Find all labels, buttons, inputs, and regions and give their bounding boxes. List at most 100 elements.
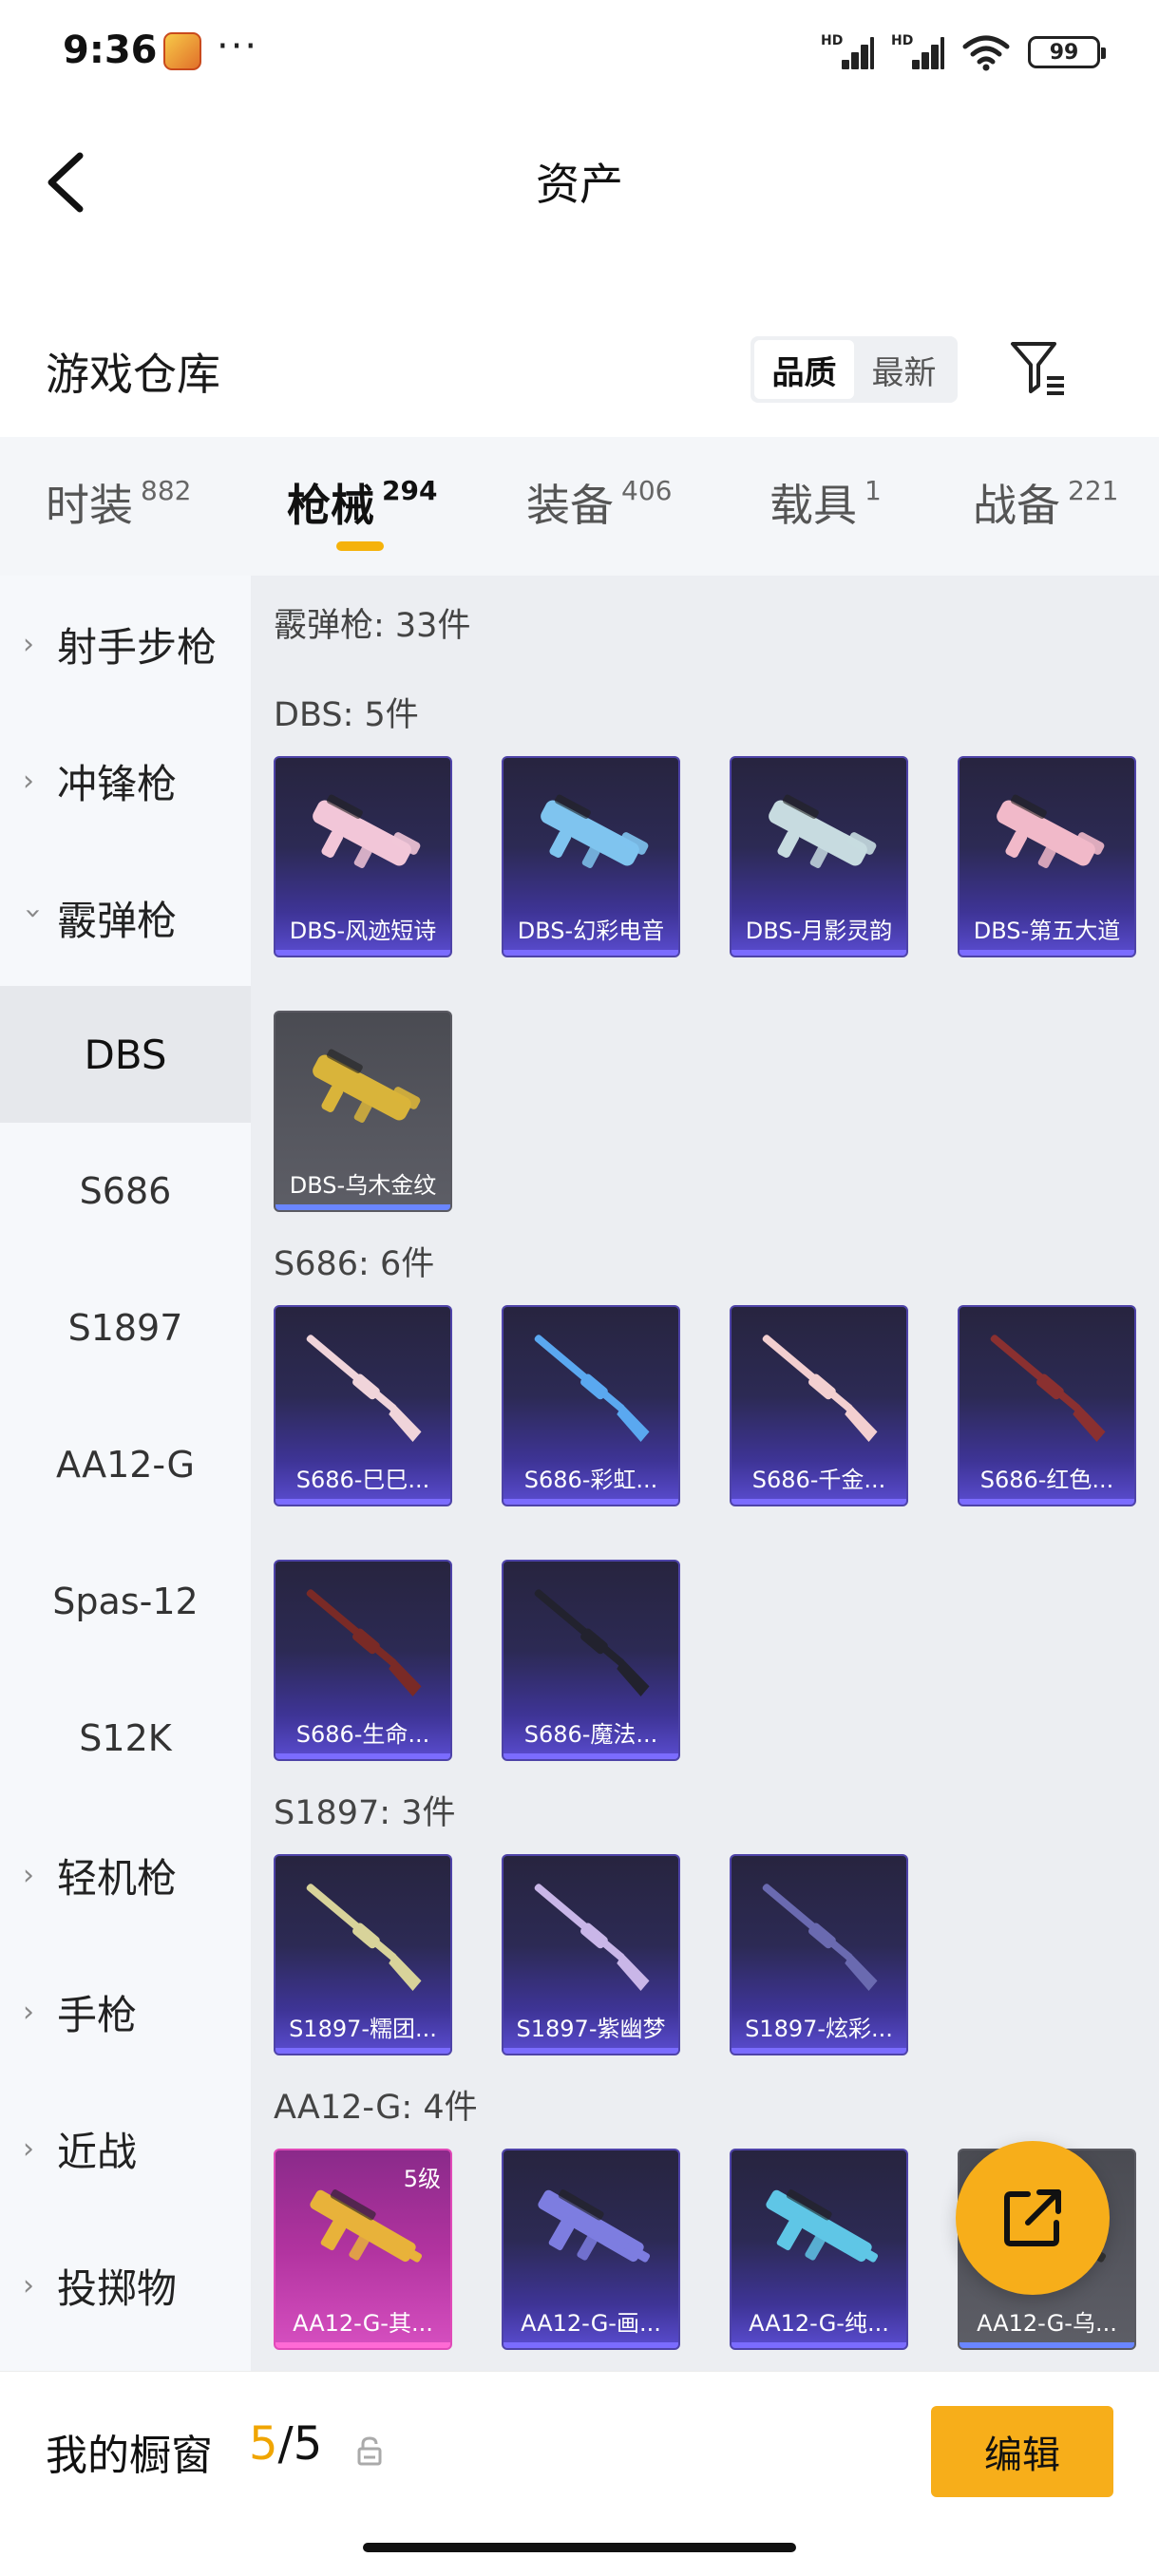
tab-supplies[interactable]: 战备 221 [973,471,1118,534]
weapon-card[interactable]: S686-红色... [958,1305,1136,1506]
tab-label: 时装 [46,480,133,531]
chevron-down-icon: › [16,907,50,919]
weapon-name: AA12-G-其... [293,2310,433,2337]
rarity-line [504,2342,678,2348]
signal-icon: HD [821,33,874,71]
sidebar-sub-spas12[interactable]: Spas-12 [0,1533,251,1670]
rarity-line [504,1499,678,1505]
shotgun-bullpup-icon [313,1049,421,1124]
auto-shotgun-icon [538,2189,651,2263]
sidebar-item-label: 手枪 [57,1991,138,2038]
chevron-right-icon: › [23,627,34,661]
sidebar-item-smg[interactable]: › 冲锋枪 [0,712,251,849]
weapon-name: AA12-G-乌... [977,2310,1117,2337]
weapon-card[interactable]: S686-魔法... [502,1560,680,1761]
double-barrel-icon [990,1335,1106,1443]
weapon-name: DBS-风迹短诗 [289,918,437,944]
weapon-card[interactable]: S686-生命... [274,1560,452,1761]
weapon-card[interactable]: DBS-第五大道 [958,756,1136,957]
shotgun-bullpup-icon [541,794,649,869]
filter-icon[interactable] [1007,336,1070,399]
signal-icon-2: HD [891,33,944,71]
rarity-line [504,2048,678,2054]
tab-firearms[interactable]: 枪械 294 [287,471,437,534]
weapon-card[interactable]: AA12-G-纯... [730,2149,908,2350]
shotgun-bullpup-icon [769,794,877,869]
tab-count: 294 [382,475,438,506]
weapon-name: DBS-第五大道 [973,918,1121,944]
group-title: S686: 6件 [274,1245,435,1283]
sort-option-quality[interactable]: 品质 [754,340,854,399]
sort-toggle: 品质 最新 [750,336,958,403]
sidebar-item-melee[interactable]: › 近战 [0,2080,251,2217]
group-title: S1897: 3件 [274,1794,456,1832]
weapon-card[interactable]: DBS-幻彩电音 [502,756,680,957]
rarity-line [504,1753,678,1759]
sidebar-sub-dbs[interactable]: DBS [0,986,251,1123]
double-barrel-icon [306,1589,422,1697]
sort-option-newest[interactable]: 最新 [854,340,954,399]
sidebar-sub-aa12g[interactable]: AA12-G [0,1396,251,1533]
weapon-card[interactable]: DBS-月影灵韵 [730,756,908,957]
sidebar-item-throwable[interactable]: › 投掷物 [0,2217,251,2354]
pump-shotgun-icon [534,1884,650,1992]
sidebar-sub-s1897[interactable]: S1897 [0,1260,251,1396]
weapon-name: S1897-紫幽梦 [516,2016,666,2042]
tab-vehicles[interactable]: 载具 1 [770,471,882,534]
home-indicator[interactable] [363,2543,796,2552]
rarity-line [732,950,906,956]
sidebar-item-shotgun[interactable]: › 霰弹枪 [0,849,251,986]
weapon-card[interactable]: DBS-乌木金纹 [274,1011,452,1212]
category-tabs: 时装 882 枪械 294 装备 406 载具 1 战备 221 [0,437,1159,576]
warehouse-title: 游戏仓库 [46,349,220,400]
tab-fashion[interactable]: 时装 882 [46,471,191,534]
pump-shotgun-icon [762,1884,878,1992]
weapon-card[interactable]: S1897-紫幽梦 [502,1854,680,2055]
showcase-label: 我的橱窗 [46,2432,213,2480]
weapon-name: S686-巳巳... [295,1467,430,1493]
rarity-line [276,2048,450,2054]
weapon-card[interactable]: DBS-风迹短诗 [274,756,452,957]
rarity-line [276,2342,450,2348]
sidebar-item-pistol[interactable]: › 手枪 [0,1943,251,2080]
app-notification-icon [163,32,201,70]
chevron-right-icon: › [23,764,34,798]
weapon-card[interactable]: 5级 AA12-G-其... [274,2149,452,2350]
lock-icon [357,2436,382,2466]
double-barrel-icon [534,1589,650,1697]
weapon-name: S1897-炫彩... [745,2016,893,2042]
chevron-right-icon: › [23,2131,34,2166]
pump-shotgun-icon [306,1884,422,1992]
sidebar-item-label: 冲锋枪 [57,760,178,807]
tab-label: 战备 [973,480,1060,531]
sidebar-sub-s686[interactable]: S686 [0,1123,251,1260]
edit-button[interactable]: 编辑 [931,2406,1113,2497]
rarity-line [960,950,1134,956]
weapon-card[interactable]: AA12-G-画... [502,2149,680,2350]
warehouse-header: 游戏仓库 品质 最新 [0,304,1159,437]
tab-count: 1 [864,475,882,506]
weapon-card[interactable]: S686-彩虹... [502,1305,680,1506]
showcase-count: 5/5 [249,2417,322,2471]
rarity-line [732,1499,906,1505]
showcase-count-total: 5 [293,2417,323,2471]
shotgun-bullpup-icon [997,794,1105,869]
category-summary: 霰弹枪: 33件 [274,607,471,645]
sidebar-sub-s12k[interactable]: S12K [0,1670,251,1807]
weapon-name: S686-魔法... [523,1721,658,1748]
shotgun-bullpup-icon [313,794,421,869]
weapon-card[interactable]: S686-千金... [730,1305,908,1506]
weapon-card[interactable]: S686-巳巳... [274,1305,452,1506]
share-button[interactable] [956,2141,1110,2295]
sidebar-item-label: 投掷物 [57,2264,178,2312]
battery-level: 99 [1049,40,1079,65]
sidebar-item-marksman-rifle[interactable]: › 射手步枪 [0,576,251,712]
sidebar-item-lmg[interactable]: › 轻机枪 [0,1807,251,1943]
weapon-name: S686-彩虹... [523,1467,658,1493]
weapon-grid: 霰弹枪: 33件 DBS: 5件 DBS-风迹短诗 DBS-幻彩电音 DBS-月影灵韵… [251,576,1159,2371]
tab-equipment[interactable]: 装备 406 [526,471,672,534]
nav-header: 资产 [0,104,1159,247]
weapon-card[interactable]: S1897-炫彩... [730,1854,908,2055]
rarity-line [960,2342,1134,2348]
weapon-card[interactable]: S1897-糯团... [274,1854,452,2055]
